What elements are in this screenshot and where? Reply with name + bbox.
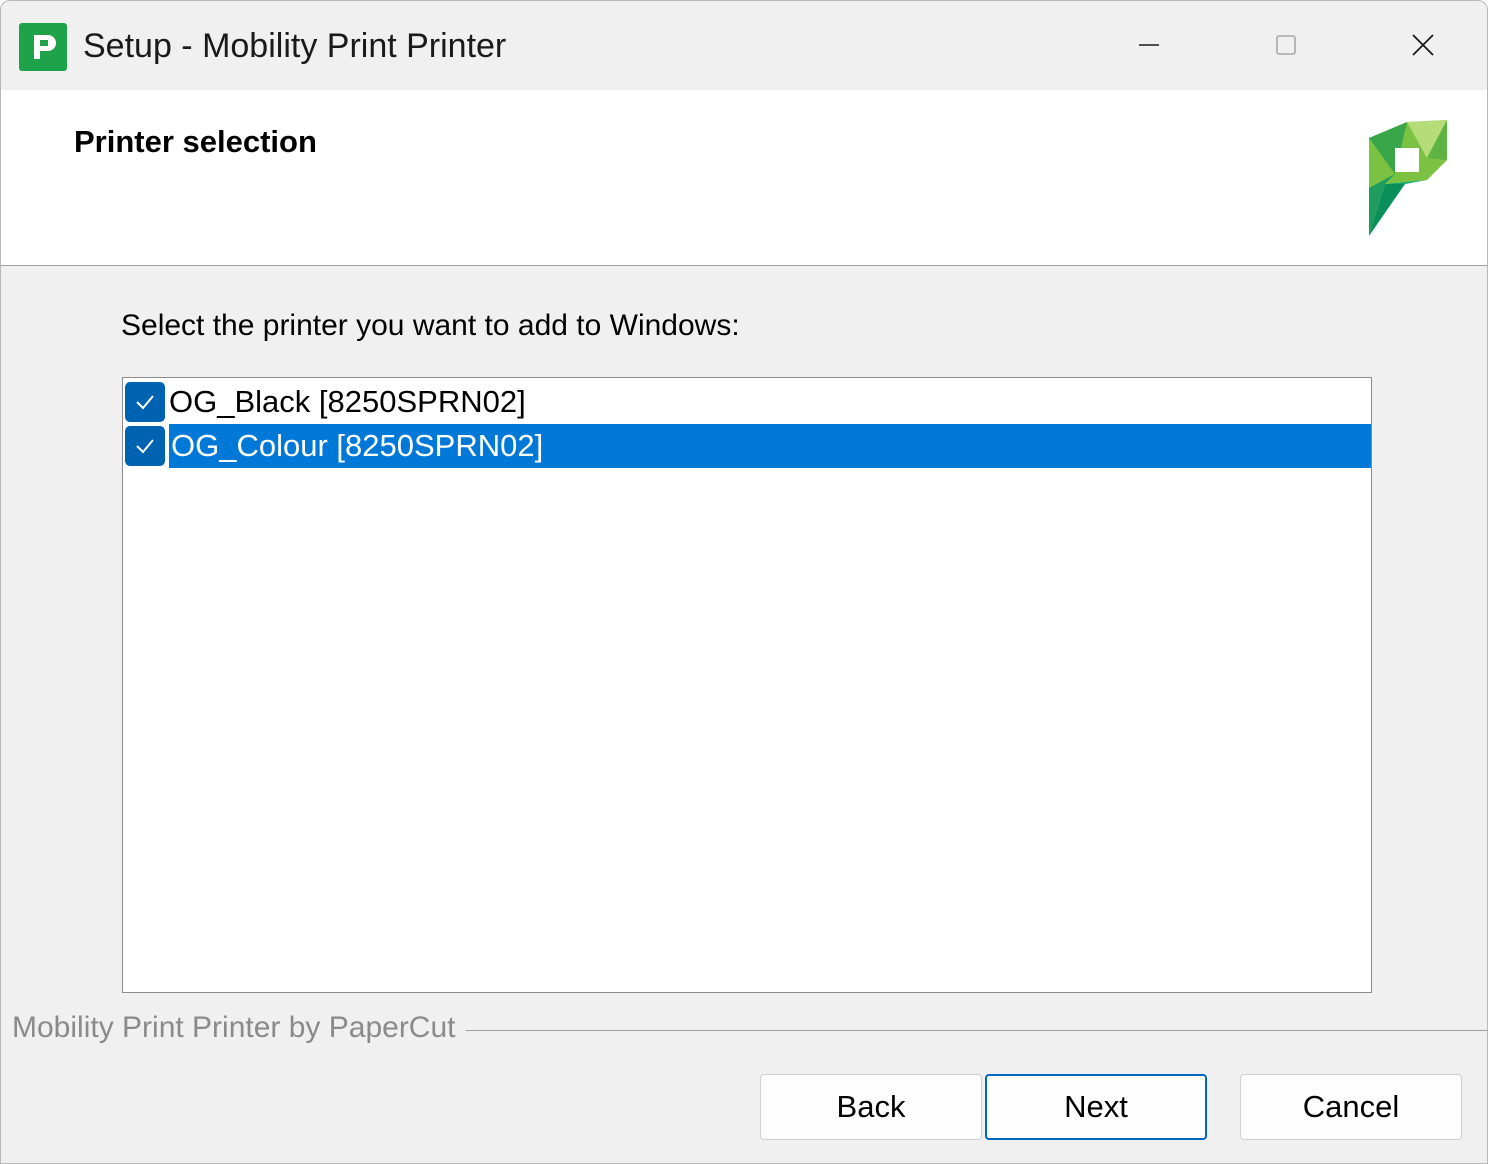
minimize-icon — [1139, 44, 1159, 46]
printer-select-prompt: Select the printer you want to add to Wi… — [121, 309, 740, 342]
papercut-app-icon — [19, 23, 67, 71]
wizard-header: Printer selection — [1, 90, 1487, 266]
maximize-icon — [1276, 35, 1296, 55]
printer-checkbox[interactable] — [125, 426, 165, 466]
minimize-button[interactable] — [1081, 1, 1217, 89]
maximize-button[interactable] — [1218, 1, 1354, 89]
brand-caption: Mobility Print Printer by PaperCut — [12, 1011, 466, 1045]
back-button[interactable]: Back — [760, 1074, 982, 1140]
window-title: Setup - Mobility Print Printer — [83, 27, 507, 65]
title-bar[interactable]: Setup - Mobility Print Printer — [1, 1, 1487, 89]
printer-label: OG_Black [8250SPRN02] — [169, 384, 526, 419]
cancel-button[interactable]: Cancel — [1240, 1074, 1462, 1140]
papercut-logo — [1369, 120, 1447, 236]
printer-list[interactable]: OG_Black [8250SPRN02] OG_Colour [8250SPR… — [122, 377, 1372, 993]
close-button[interactable] — [1355, 1, 1487, 89]
printer-label: OG_Colour [8250SPRN02] — [169, 424, 1371, 468]
setup-window: Setup - Mobility Print Printer Printer s… — [0, 0, 1488, 1164]
checkmark-icon — [136, 439, 154, 454]
list-item[interactable]: OG_Colour [8250SPRN02] — [123, 424, 1371, 468]
checkmark-icon — [136, 395, 154, 410]
next-button[interactable]: Next — [985, 1074, 1207, 1140]
close-icon — [1412, 34, 1434, 56]
printer-checkbox[interactable] — [125, 382, 165, 422]
list-item[interactable]: OG_Black [8250SPRN02] — [123, 380, 1371, 424]
page-title: Printer selection — [74, 124, 317, 159]
